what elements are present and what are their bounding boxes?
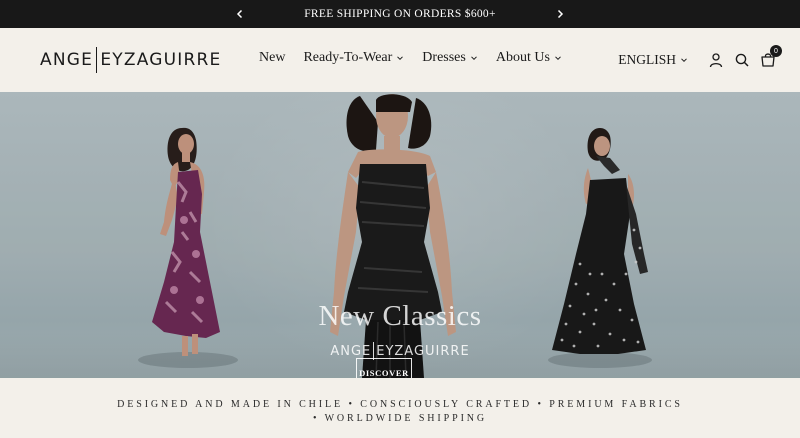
search-icon[interactable] bbox=[730, 48, 754, 72]
chevron-right-icon[interactable] bbox=[553, 7, 567, 21]
nav-item-ready-to-wear[interactable]: Ready-To-Wear bbox=[303, 50, 404, 66]
nav-item-new[interactable]: New bbox=[259, 50, 285, 66]
logo-text-right: EYZAGUIRRE bbox=[100, 50, 222, 70]
header-tools: ENGLISH 0 bbox=[618, 45, 782, 72]
announcement-text: FREE SHIPPING ON ORDERS $600+ bbox=[304, 8, 496, 20]
logo-text-left: ANGE bbox=[40, 50, 94, 70]
nav-item-label: Ready-To-Wear bbox=[303, 50, 393, 65]
language-label: ENGLISH bbox=[618, 52, 676, 67]
main-nav: New Ready-To-Wear Dresses About Us bbox=[259, 50, 580, 66]
language-selector[interactable]: ENGLISH bbox=[618, 52, 688, 68]
hero-banner[interactable]: New Classics ANGE EYZAGUIRRE DISCOVER bbox=[0, 92, 800, 378]
values-text-line-2: • WORLDWIDE SHIPPING bbox=[312, 413, 488, 424]
announcement-bar: FREE SHIPPING ON ORDERS $600+ bbox=[0, 0, 800, 28]
site-header: ANGE EYZAGUIRRE New Ready-To-Wear Dresse… bbox=[0, 28, 800, 92]
hero-title: New Classics bbox=[318, 300, 482, 332]
chevron-left-icon[interactable] bbox=[233, 7, 247, 21]
hero-logo-right: EYZAGUIRRE bbox=[376, 343, 470, 359]
discover-button[interactable]: DISCOVER bbox=[356, 358, 412, 378]
chevron-down-icon bbox=[681, 58, 687, 63]
chevron-down-icon bbox=[555, 56, 561, 61]
nav-item-about-us[interactable]: About Us bbox=[496, 50, 562, 66]
logo-divider bbox=[96, 47, 98, 73]
nav-item-label: Dresses bbox=[422, 50, 466, 65]
chevron-down-icon bbox=[397, 56, 404, 61]
values-text-line-1: DESIGNED AND MADE IN CHILE • CONSCIOUSLY… bbox=[117, 399, 683, 410]
chevron-down-icon bbox=[470, 56, 477, 61]
cart-icon[interactable]: 0 bbox=[756, 45, 782, 72]
nav-item-dresses[interactable]: Dresses bbox=[422, 50, 478, 66]
nav-item-label: About Us bbox=[495, 50, 550, 65]
user-icon[interactable] bbox=[704, 48, 728, 72]
values-strip: DESIGNED AND MADE IN CHILE • CONSCIOUSLY… bbox=[0, 378, 800, 438]
hero-overlay bbox=[0, 92, 800, 378]
cart-count-badge: 0 bbox=[770, 45, 782, 57]
brand-logo[interactable]: ANGE EYZAGUIRRE bbox=[40, 46, 221, 74]
hero-logo-left: ANGE bbox=[330, 343, 372, 359]
nav-item-label: New bbox=[259, 50, 286, 65]
